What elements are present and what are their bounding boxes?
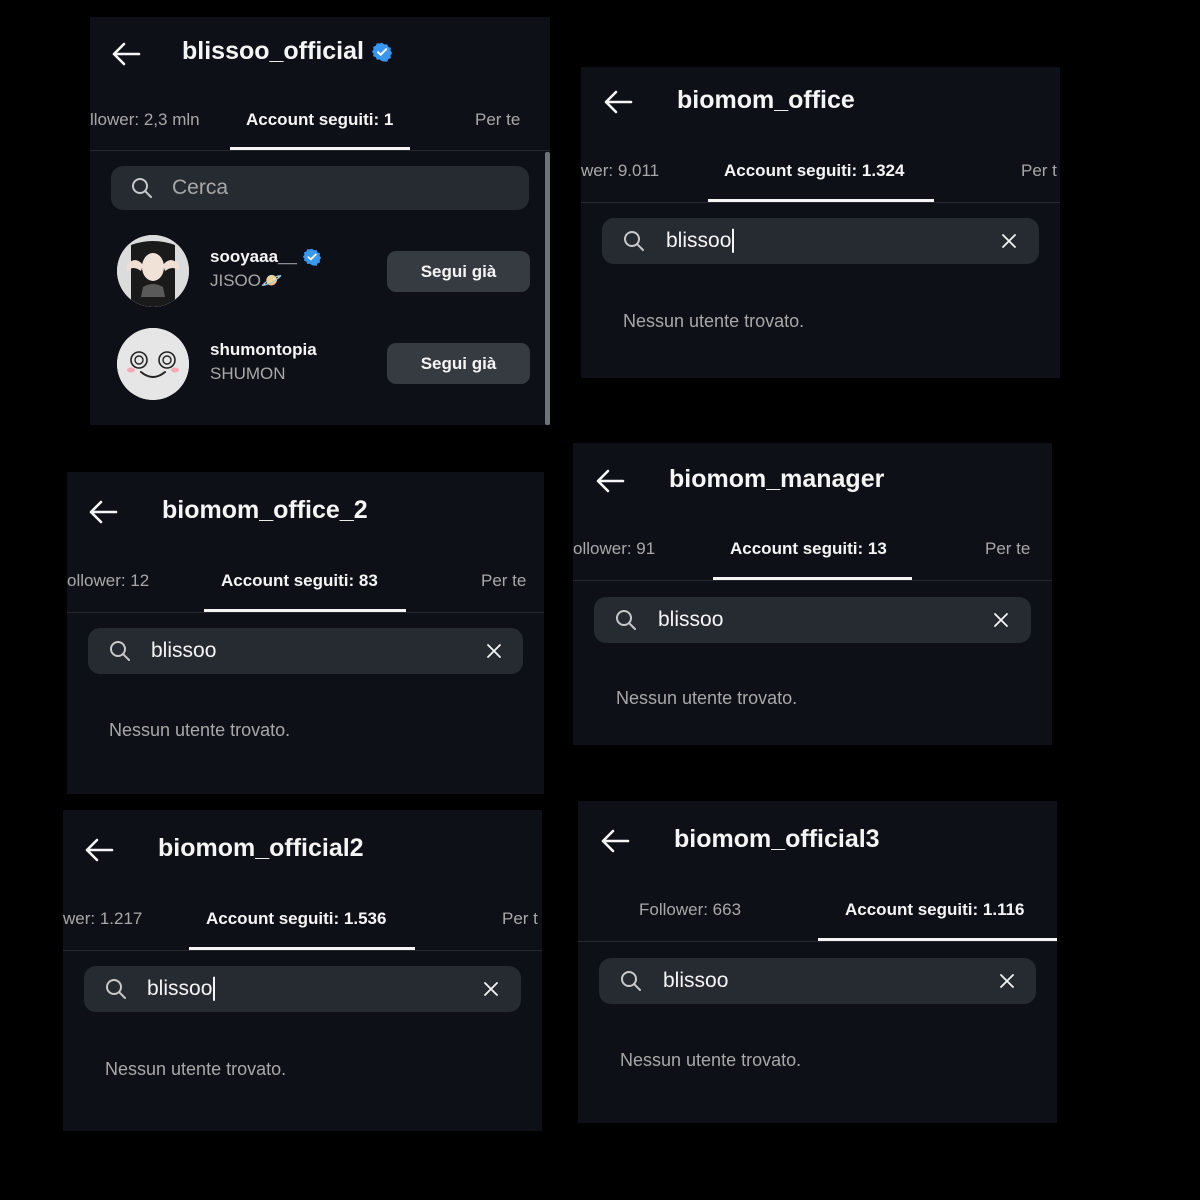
verified-badge-icon	[302, 248, 321, 266]
close-icon[interactable]	[486, 643, 502, 659]
back-button[interactable]	[595, 469, 625, 493]
page-title: biomom_official3	[674, 825, 880, 853]
search-text: blissoo	[666, 228, 732, 252]
tab-for-you[interactable]: Per t	[502, 909, 538, 929]
search-icon	[624, 231, 644, 251]
panel-blissoo-official: blissoo_official llower: 2,3 mln Account…	[90, 17, 550, 425]
tab-divider	[63, 950, 542, 951]
tab-divider	[578, 941, 1057, 942]
page-title: biomom_office	[677, 86, 855, 114]
tab-follower[interactable]: wer: 1.217	[63, 909, 142, 929]
panel-biomom-official3: biomom_official3 Follower: 663 Account s…	[578, 801, 1057, 1123]
empty-state-text: Nessun utente trovato.	[616, 688, 798, 708]
avatar[interactable]	[117, 235, 189, 307]
back-button[interactable]	[600, 829, 630, 853]
panel-biomom-office-2: biomom_office_2 ollower: 12 Account segu…	[67, 472, 544, 794]
tab-divider	[67, 612, 544, 613]
back-button[interactable]	[603, 90, 633, 114]
tab-for-you[interactable]: Per t	[1021, 161, 1057, 181]
tab-following[interactable]: Account seguiti: 13	[730, 539, 887, 559]
search-input[interactable]: blissoo	[602, 218, 1039, 264]
list-item-fullname: JISOO🪐	[210, 271, 283, 290]
tab-following[interactable]: Account seguiti: 1.536	[206, 909, 386, 929]
tab-following[interactable]: Account seguiti: 1.116	[845, 900, 1025, 920]
profile-photo	[117, 328, 189, 400]
arrow-left-icon	[604, 90, 633, 114]
arrow-left-icon	[601, 829, 630, 853]
close-icon[interactable]	[993, 612, 1009, 628]
empty-state-text: Nessun utente trovato.	[109, 720, 291, 740]
username-text: sooyaaa__	[210, 247, 297, 266]
text-cursor	[732, 229, 734, 254]
verified-badge-icon	[371, 42, 392, 62]
tab-following[interactable]: Account seguiti: 83	[221, 571, 378, 591]
search-icon	[106, 979, 126, 999]
scrollbar[interactable]	[545, 152, 550, 425]
following-button[interactable]: Segui già	[387, 343, 530, 384]
search-text: blissoo	[147, 976, 213, 1000]
tab-for-you[interactable]: Per te	[481, 571, 526, 591]
panel-biomom-official2: biomom_official2 wer: 1.217 Account segu…	[63, 810, 542, 1131]
avatar[interactable]	[117, 328, 189, 400]
tab-follower[interactable]: wer: 9.011	[581, 161, 659, 181]
search-value: blissoo	[151, 639, 217, 662]
tab-for-you[interactable]: Per te	[985, 539, 1030, 559]
page-title: blissoo_official	[182, 37, 392, 66]
empty-state-text: Nessun utente trovato.	[623, 311, 805, 331]
search-icon	[110, 641, 130, 661]
tab-follower[interactable]: Follower: 663	[639, 900, 741, 920]
tab-following[interactable]: Account seguiti: 1	[246, 110, 393, 130]
page-title: biomom_office_2	[162, 496, 368, 524]
search-icon	[616, 610, 636, 630]
empty-state-text: Nessun utente trovato.	[620, 1050, 802, 1070]
back-button[interactable]	[84, 838, 114, 862]
tab-divider	[581, 202, 1060, 203]
close-icon[interactable]	[483, 981, 499, 997]
search-placeholder: Cerca	[172, 176, 229, 199]
text-cursor	[213, 977, 215, 1002]
tab-following[interactable]: Account seguiti: 1.324	[724, 161, 904, 181]
title-text: blissoo_official	[182, 37, 364, 65]
tab-divider	[573, 580, 1052, 581]
search-value: blissoo	[666, 228, 734, 254]
search-icon	[132, 178, 152, 198]
search-value: blissoo	[147, 976, 215, 1002]
search-icon	[621, 971, 641, 991]
panel-biomom-manager: biomom_manager ollower: 91 Account segui…	[573, 443, 1052, 745]
list-item-username[interactable]: shumontopia	[210, 340, 317, 360]
arrow-left-icon	[596, 469, 625, 493]
search-input[interactable]: blissoo	[594, 597, 1031, 643]
tab-follower[interactable]: llower: 2,3 mln	[90, 110, 200, 130]
search-input[interactable]: blissoo	[84, 966, 521, 1012]
page-title: biomom_official2	[158, 834, 364, 862]
tab-follower[interactable]: ollower: 12	[67, 571, 149, 591]
following-button[interactable]: Segui già	[387, 251, 530, 292]
search-input[interactable]: blissoo	[599, 958, 1036, 1004]
arrow-left-icon	[89, 500, 118, 524]
page-title: biomom_manager	[669, 465, 885, 493]
tab-for-you[interactable]: Per te	[475, 110, 520, 130]
back-button[interactable]	[88, 500, 118, 524]
search-value: blissoo	[658, 608, 724, 631]
close-icon[interactable]	[1001, 233, 1017, 249]
arrow-left-icon	[112, 42, 141, 66]
panel-biomom-office: biomom_office wer: 9.011 Account seguiti…	[581, 67, 1060, 378]
tab-follower[interactable]: ollower: 91	[573, 539, 655, 559]
profile-photo	[117, 235, 189, 307]
list-item-fullname: SHUMON	[210, 364, 286, 383]
close-icon[interactable]	[999, 973, 1015, 989]
back-button[interactable]	[111, 42, 141, 66]
search-input[interactable]: Cerca	[111, 166, 529, 210]
tab-divider	[90, 150, 550, 151]
search-value: blissoo	[663, 969, 729, 992]
arrow-left-icon	[85, 838, 114, 862]
search-input[interactable]: blissoo	[88, 628, 523, 674]
empty-state-text: Nessun utente trovato.	[105, 1059, 287, 1079]
list-item-username[interactable]: sooyaaa__	[210, 247, 321, 267]
